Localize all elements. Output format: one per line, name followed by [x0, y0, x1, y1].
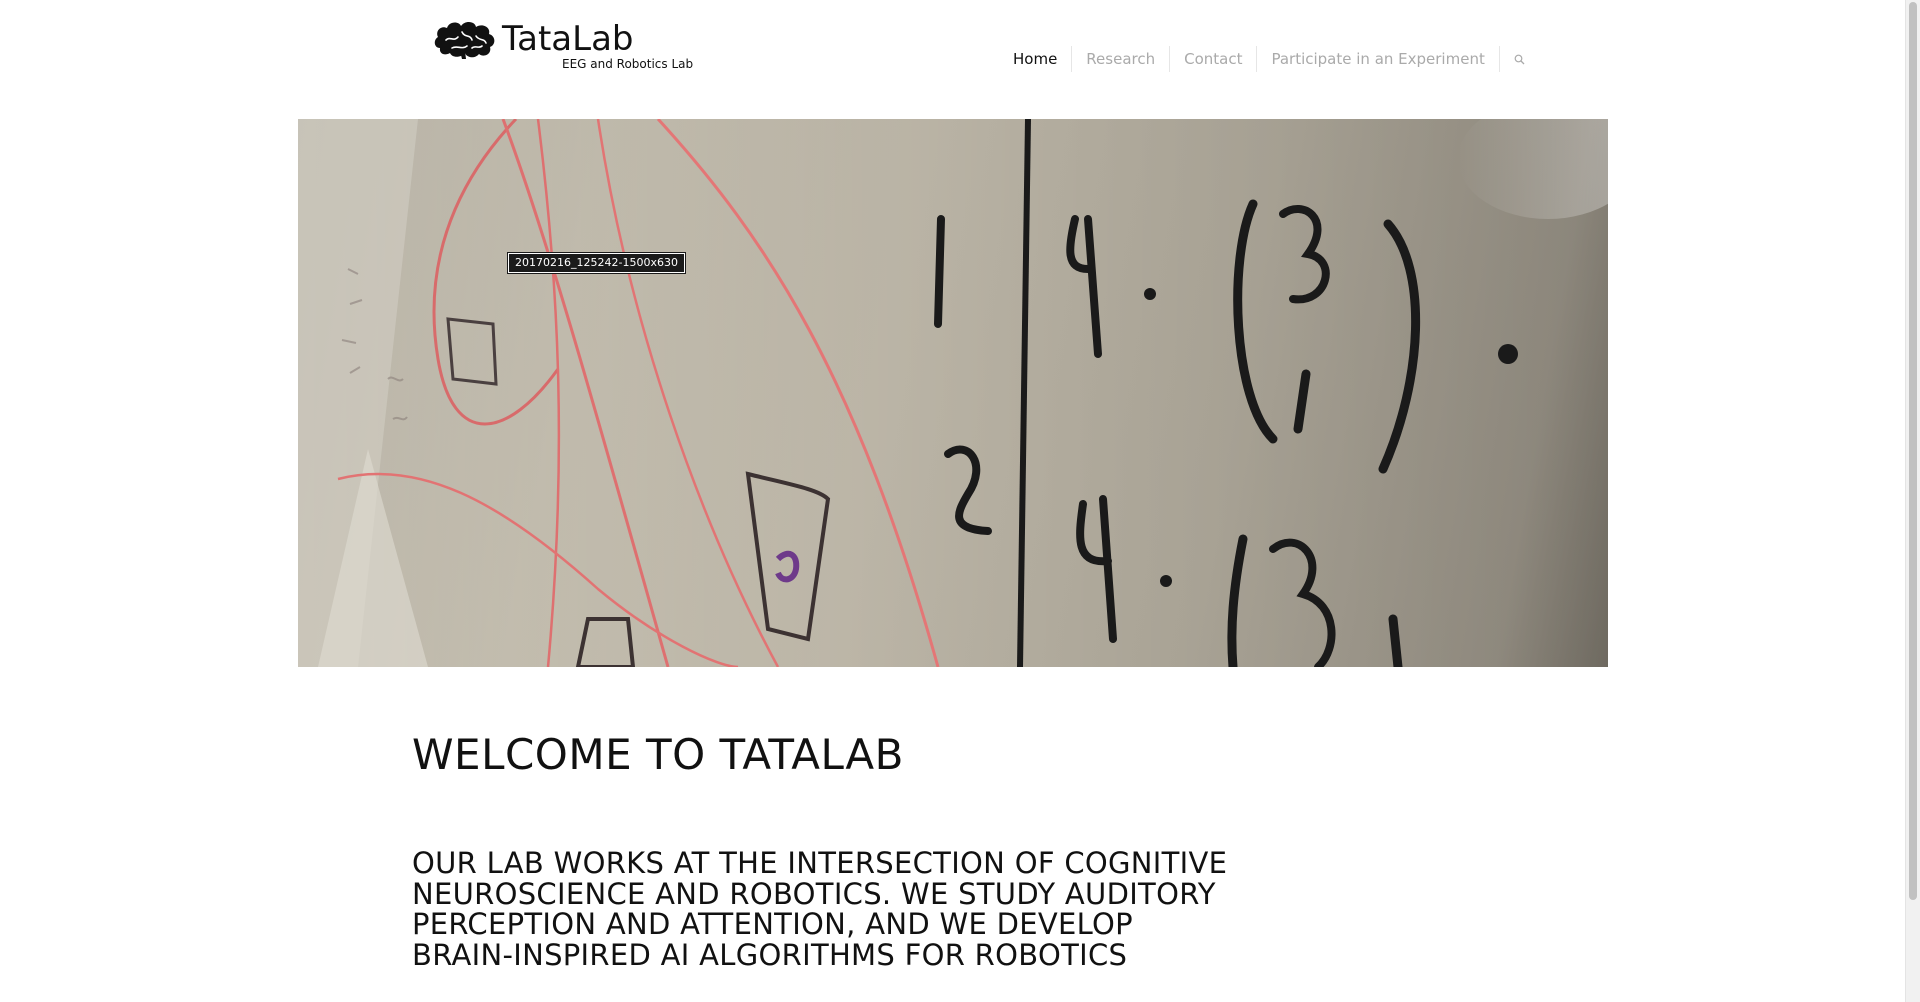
logo-title: TataLab: [502, 19, 634, 59]
page: TataLab EEG and Robotics Lab Home Resear…: [0, 0, 1920, 1002]
nav-item-research[interactable]: Research: [1071, 46, 1169, 72]
site-header: TataLab EEG and Robotics Lab Home Resear…: [0, 0, 1905, 118]
intro-text: OUR LAB WORKS AT THE INTERSECTION OF COG…: [412, 846, 1228, 972]
brain-icon: [434, 21, 495, 59]
page-title: WELCOME TO TATALAB: [412, 730, 904, 779]
search-button[interactable]: [1498, 46, 1542, 72]
main-nav: Home Research Contact Participate in an …: [999, 46, 1542, 72]
site-logo[interactable]: TataLab EEG and Robotics Lab: [432, 18, 697, 74]
image-title-tooltip: 20170216_125242-1500x630: [507, 252, 686, 274]
scrollbar-thumb[interactable]: [1909, 2, 1917, 900]
search-icon: [1514, 54, 1525, 64]
nav-item-contact[interactable]: Contact: [1169, 46, 1256, 72]
nav-item-participate[interactable]: Participate in an Experiment: [1256, 46, 1498, 72]
whiteboard-photo: [298, 119, 1608, 667]
hero-image: 20170216_125242-1500x630: [298, 119, 1608, 667]
logo-subtitle: EEG and Robotics Lab: [562, 57, 694, 71]
page-scrollbar[interactable]: [1905, 0, 1920, 1002]
nav-item-home[interactable]: Home: [999, 46, 1071, 72]
